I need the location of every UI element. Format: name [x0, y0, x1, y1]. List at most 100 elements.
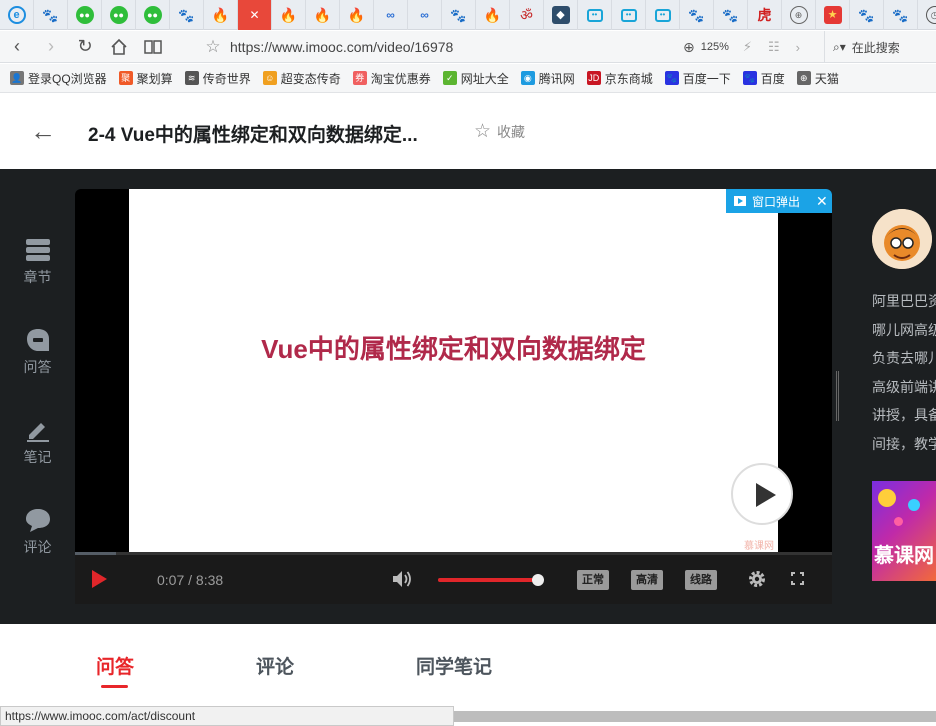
jd-icon: JD [586, 71, 601, 85]
browser-tab[interactable]: 🔥 [272, 0, 306, 30]
browser-tab[interactable]: •• [646, 0, 680, 30]
popout-label: 窗口弹出 [752, 194, 801, 209]
promo-banner[interactable]: 慕课网 [872, 481, 936, 581]
fullscreen-icon[interactable] [791, 572, 804, 585]
browser-tab[interactable]: ●● [68, 0, 102, 30]
browser-tab[interactable]: ⊕ [782, 0, 816, 30]
bookmark-item[interactable]: ✓ 网址大全 [442, 70, 509, 87]
quality-hd-button[interactable]: 高清 [631, 570, 663, 590]
tab-classmate-notes[interactable]: 同学笔记 [416, 652, 492, 679]
volume-slider[interactable] [438, 574, 544, 586]
sidebar-item-comments[interactable]: 评论 [0, 507, 75, 557]
bookmark-item[interactable]: 聚聚划算 [118, 70, 173, 87]
bookmark-item[interactable]: ☺ 超变态传奇 [262, 70, 341, 87]
browser-tab[interactable]: •• [578, 0, 612, 30]
bookmark-item[interactable]: 👤 登录QQ浏览器 [10, 70, 107, 87]
chevron-right-icon[interactable]: › [796, 40, 800, 55]
bookmark-item[interactable]: JD 京东商城 [586, 70, 653, 87]
reading-mode-icon[interactable] [136, 31, 170, 63]
video-player[interactable]: Vue中的属性绑定和双向数据绑定 慕课网 窗口弹出 ✕ 0:07 / 8:38 … [75, 189, 832, 604]
bookmark-label: 超变态传奇 [280, 71, 341, 86]
browser-tab[interactable]: 🐾 [34, 0, 68, 30]
resize-handle[interactable] [836, 371, 839, 421]
sidebar-item-chapter[interactable]: 章节 [0, 237, 75, 287]
baidu-paw-icon: 🐾 [664, 71, 679, 85]
browser-tab[interactable]: 🐾 [714, 0, 748, 30]
sidebar-item-qa[interactable]: 问答 [0, 327, 75, 377]
browser-tab[interactable]: 🔥 [306, 0, 340, 30]
popout-window-button[interactable]: 窗口弹出 ✕ [726, 189, 832, 213]
browser-tab[interactable]: ◷ [918, 0, 936, 30]
route-button[interactable]: 线路 [685, 570, 717, 590]
tab-comments[interactable]: 评论 [256, 652, 294, 679]
baidu-paw-icon: 🐾 [858, 7, 875, 23]
volume-icon[interactable] [391, 569, 413, 589]
browser-tab[interactable]: 🐾 [850, 0, 884, 30]
bilibili-icon: •• [586, 8, 603, 22]
back-arrow-icon[interactable]: ← [28, 116, 58, 146]
browser-tab[interactable]: 🔥 [204, 0, 238, 30]
browser-tab[interactable]: ∞ [408, 0, 442, 30]
search-placeholder: 在此搜索 [851, 40, 900, 55]
tab-qa[interactable]: 问答 [96, 652, 134, 679]
bookmark-item[interactable]: 券淘宝优惠券 [352, 70, 431, 87]
bookmark-item[interactable]: 🐾 百度一下 [664, 70, 731, 87]
horizontal-scrollbar[interactable] [454, 711, 936, 722]
back-icon[interactable]: ‹ [0, 31, 34, 63]
bookmark-label: 京东商城 [604, 71, 653, 86]
bookmark-label: 传奇世界 [202, 71, 251, 86]
close-icon[interactable]: ✕ [816, 193, 828, 210]
gear-icon[interactable] [747, 569, 767, 589]
bookmark-star-icon[interactable]: ☆ [196, 37, 230, 57]
quality-normal-button[interactable]: 正常 [577, 570, 609, 590]
smile-icon: ☺ [262, 71, 277, 85]
bookmark-label: 百度一下 [682, 71, 731, 86]
bookmark-item[interactable]: 🐾 百度 [742, 70, 785, 87]
note-icon [26, 423, 49, 442]
browser-tab[interactable]: 🐾 [884, 0, 918, 30]
chapter-icon [25, 239, 50, 261]
link-icon: ∞ [420, 8, 429, 22]
browser-tab[interactable]: 🐾 [680, 0, 714, 30]
browser-tab[interactable]: 🐾 [170, 0, 204, 30]
reload-icon[interactable]: ↻ [68, 31, 102, 63]
browser-tab[interactable]: ★ [816, 0, 850, 30]
player-controls: 0:07 / 8:38 正常 高清 线路 [75, 555, 832, 604]
browser-tab[interactable]: ◆ [544, 0, 578, 30]
zoom-indicator[interactable]: ⊕ 125% [683, 39, 729, 56]
bookmarks-bar: 👤 登录QQ浏览器聚聚划算 ≋ 传奇世界 ☺ 超变态传奇券淘宝优惠券 ✓ 网址大全 ◉ 腾讯网 JD… [0, 64, 936, 93]
sidebar-item-notes[interactable]: 笔记 [0, 417, 75, 467]
browser-tab[interactable]: e [0, 0, 34, 30]
qa-icon [26, 329, 49, 351]
bilibili-icon: •• [654, 8, 671, 22]
favorite-button[interactable]: ☆ 收藏 [474, 120, 525, 143]
browser-tab[interactable]: 🔥 [476, 0, 510, 30]
lightning-icon[interactable]: ⚡ [743, 39, 752, 55]
browser-tab[interactable]: ●● [136, 0, 170, 30]
app-icon: ◆ [551, 6, 570, 24]
close-icon[interactable]: ✕ [246, 6, 264, 24]
volume-fill [438, 578, 538, 582]
home-icon[interactable] [102, 31, 136, 63]
address-bar[interactable]: ☆ https://www.imooc.com/video/16978 ⊕ 12… [196, 31, 816, 63]
bookmark-item[interactable]: ◉ 腾讯网 [520, 70, 575, 87]
browser-tab[interactable]: ∞ [374, 0, 408, 30]
browser-tab[interactable]: ॐ [510, 0, 544, 30]
play-icon[interactable] [92, 570, 107, 588]
browser-tab[interactable]: 🐾 [442, 0, 476, 30]
time-display: 0:07 / 8:38 [157, 572, 224, 588]
browser-tab[interactable]: ●● [102, 0, 136, 30]
avatar[interactable] [872, 209, 932, 269]
qr-code-icon[interactable]: ☷ [768, 39, 780, 55]
browser-tab[interactable]: ✕ [238, 0, 272, 30]
search-box[interactable]: ⌕▾ 在此搜索 [824, 31, 936, 63]
browser-tab[interactable]: 虎 [748, 0, 782, 30]
url-text[interactable]: https://www.imooc.com/video/16978 [230, 39, 683, 55]
browser-tab[interactable]: •• [612, 0, 646, 30]
forward-icon[interactable]: › [34, 31, 68, 63]
volume-knob[interactable] [532, 574, 544, 586]
bookmark-item[interactable]: ⊕ 天猫 [796, 70, 839, 87]
big-play-button[interactable] [731, 463, 793, 525]
browser-tab[interactable]: 🔥 [340, 0, 374, 30]
bookmark-item[interactable]: ≋ 传奇世界 [184, 70, 251, 87]
